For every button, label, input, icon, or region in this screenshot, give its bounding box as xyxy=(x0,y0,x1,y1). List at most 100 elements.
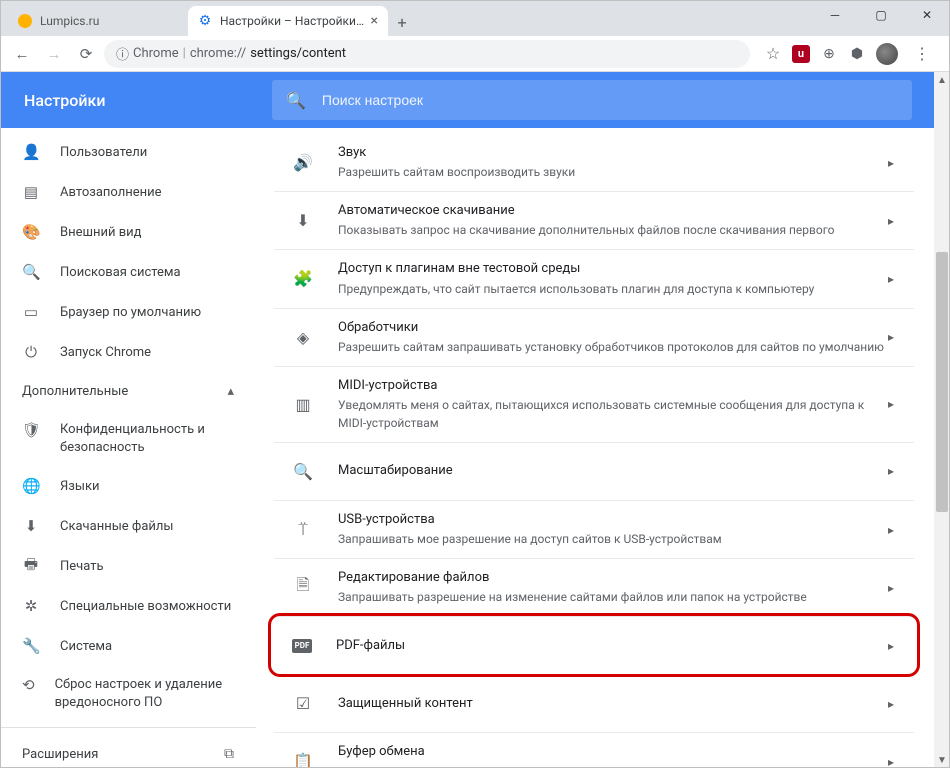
content-row-midi[interactable]: ▥MIDI-устройстваУведомлять меня о сайтах… xyxy=(274,367,914,443)
url-path: settings/content xyxy=(250,46,346,61)
row-title: Буфер обмена xyxy=(338,743,888,761)
extension-cube-icon[interactable]: ⬢ xyxy=(848,45,866,63)
row-subtitle: Разрешить сайтам воспроизводить звуки xyxy=(338,163,888,181)
content-row-sound[interactable]: 🔊ЗвукРазрешить сайтам воспроизводить зву… xyxy=(274,134,914,192)
row-subtitle: Запрашивать разрешение на доступ xyxy=(338,763,888,768)
profile-avatar[interactable] xyxy=(876,43,898,65)
content-row-plugin[interactable]: 🧩Доступ к плагинам вне тестовой средыПре… xyxy=(274,250,914,308)
sidebar-item-reset[interactable]: ⟲Сброс настроек и удаление вредоносного … xyxy=(0,666,256,721)
plugin-icon: 🧩 xyxy=(292,269,314,288)
window-close-button[interactable]: ✕ xyxy=(904,0,950,30)
settings-title: Настройки xyxy=(24,91,272,110)
sidebar-item-languages[interactable]: 🌐Языки xyxy=(0,466,256,506)
sidebar-item-accessibility[interactable]: ✲Специальные возможности xyxy=(0,586,256,626)
autofill-icon: ▤ xyxy=(22,183,40,201)
palette-icon: 🎨 xyxy=(22,223,40,241)
sidebar-item-default-browser[interactable]: ▭Браузер по умолчанию xyxy=(0,292,256,332)
content-row-protected[interactable]: ☑Защищенный контент▸ xyxy=(274,675,914,733)
protected-icon: ☑ xyxy=(292,694,314,713)
print-icon: 🖶 xyxy=(22,554,40,579)
sidebar-item-appearance[interactable]: 🎨Внешний вид xyxy=(0,212,256,252)
extension-icons: ☆ u ⊕ ⬢ ⋮ xyxy=(754,43,942,65)
scroll-down-icon[interactable]: ▼ xyxy=(934,752,950,768)
favicon-lumpics xyxy=(18,14,32,28)
content-row-file-edit[interactable]: 🗎Редактирование файловЗапрашивать разреш… xyxy=(274,559,914,617)
bookmark-star-icon[interactable]: ☆ xyxy=(764,45,782,63)
content-row-zoom[interactable]: 🔍 Масштабирование ▸ xyxy=(274,443,914,501)
shield-icon: 🛡 xyxy=(22,421,40,439)
row-title: Звук xyxy=(338,144,888,162)
row-subtitle: Уведомлять меня о сайтах, пытающихся исп… xyxy=(338,396,888,432)
forward-button[interactable]: → xyxy=(40,40,68,68)
download-icon: ⬇ xyxy=(22,517,40,535)
content-row-pdf[interactable]: PDFPDF-файлы▸ xyxy=(274,617,914,675)
wrench-icon: 🔧 xyxy=(22,637,40,655)
sidebar-advanced-toggle[interactable]: Дополнительные ▴ xyxy=(0,372,256,411)
download-icon: ⬇ xyxy=(292,211,314,230)
row-title: Защищенный контент xyxy=(338,695,473,713)
file-edit-icon: 🗎 xyxy=(292,574,314,601)
sidebar-item-system[interactable]: 🔧Система xyxy=(0,626,256,666)
chevron-right-icon: ▸ xyxy=(888,397,894,411)
row-title: Обработчики xyxy=(338,319,888,337)
row-subtitle: Показывать запрос на скачивание дополнит… xyxy=(338,221,888,239)
ublock-icon[interactable]: u xyxy=(792,45,810,63)
scrollbar-thumb[interactable] xyxy=(936,252,948,512)
new-tab-button[interactable]: + xyxy=(388,8,416,36)
content-row-download[interactable]: ⬇ Автоматическое скачиваниеПоказывать зап… xyxy=(274,192,914,250)
handlers-icon: ◈ xyxy=(292,328,314,347)
sidebar-item-on-startup[interactable]: ⏻Запуск Chrome xyxy=(0,332,256,372)
chevron-right-icon: ▸ xyxy=(888,156,894,170)
search-icon: 🔍 xyxy=(22,263,40,281)
browser-tab-settings[interactable]: ⚙ Настройки – Настройки сайта × xyxy=(188,6,388,36)
window-controls: ─ ▢ ✕ xyxy=(812,0,950,30)
chevron-right-icon: ▸ xyxy=(888,464,894,478)
reload-button[interactable]: ⟳ xyxy=(72,40,100,68)
sidebar-item-privacy[interactable]: 🛡Конфиденциальность и безопасность xyxy=(0,411,256,466)
open-external-icon: ⧉ xyxy=(224,746,234,762)
window-maximize-button[interactable]: ▢ xyxy=(858,0,904,30)
sidebar-item-print[interactable]: 🖶Печать xyxy=(0,546,256,586)
content-row-usb[interactable]: ⍡USB-устройстваЗапрашивать мое разрешени… xyxy=(274,501,914,559)
row-title: USB-устройства xyxy=(338,511,888,529)
reset-icon: ⟲ xyxy=(22,676,35,694)
pdf-icon: PDF xyxy=(292,639,312,653)
row-subtitle: Запрашивать разрешение на изменение сайт… xyxy=(338,588,888,606)
tab-close-icon[interactable]: × xyxy=(371,13,378,29)
sidebar-item-users[interactable]: 👤Пользователи xyxy=(0,132,256,172)
search-icon: 🔍 xyxy=(286,91,306,110)
row-subtitle: Предупреждать, что сайт пытается использ… xyxy=(338,280,888,298)
row-title: MIDI-устройства xyxy=(338,377,888,395)
scroll-up-icon[interactable]: ▲ xyxy=(934,72,950,88)
settings-search-input[interactable] xyxy=(322,92,898,108)
content-row-clipboard[interactable]: 📋Буфер обменаЗапрашивать разрешение на д… xyxy=(274,733,914,768)
settings-header: Настройки 🔍 xyxy=(0,72,950,128)
row-subtitle: Разрешить сайтам запрашивать установку о… xyxy=(338,338,888,356)
back-button[interactable]: ← xyxy=(8,40,36,68)
chevron-right-icon: ▸ xyxy=(888,755,894,768)
accessibility-icon: ✲ xyxy=(22,597,40,615)
sidebar-item-extensions[interactable]: Расширения ⧉ xyxy=(0,734,256,768)
page-scrollbar[interactable]: ▲ ▼ xyxy=(934,72,950,768)
sidebar-divider xyxy=(0,727,256,728)
extension-globe-icon[interactable]: ⊕ xyxy=(820,45,838,63)
chevron-right-icon: ▸ xyxy=(888,214,894,228)
favicon-settings-icon: ⚙ xyxy=(198,14,212,28)
content-row-handlers[interactable]: ◈ ОбработчикиРазрешить сайтам запрашивать… xyxy=(274,309,914,367)
site-info-icon[interactable]: ⓘ xyxy=(116,44,129,63)
sidebar-item-search-engine[interactable]: 🔍Поисковая система xyxy=(0,252,256,292)
settings-search[interactable]: 🔍 xyxy=(272,80,912,120)
row-title: Автоматическое скачивание xyxy=(338,202,888,220)
power-icon: ⏻ xyxy=(22,343,40,361)
row-title: PDF-файлы xyxy=(336,637,405,655)
browser-tab-lumpics[interactable]: Lumpics.ru xyxy=(8,6,188,36)
browser-menu-button[interactable]: ⋮ xyxy=(908,44,936,63)
usb-icon: ⍡ xyxy=(292,520,314,540)
chevron-up-icon: ▴ xyxy=(227,384,234,399)
sidebar-item-downloads[interactable]: ⬇Скачанные файлы xyxy=(0,506,256,546)
row-title: Масштабирование xyxy=(338,462,453,480)
address-bar[interactable]: ⓘ Chrome | chrome://settings/content xyxy=(104,40,750,68)
sidebar-item-autofill[interactable]: ▤Автозаполнение xyxy=(0,172,256,212)
window-minimize-button[interactable]: ─ xyxy=(812,0,858,30)
zoom-icon: 🔍 xyxy=(292,462,314,481)
